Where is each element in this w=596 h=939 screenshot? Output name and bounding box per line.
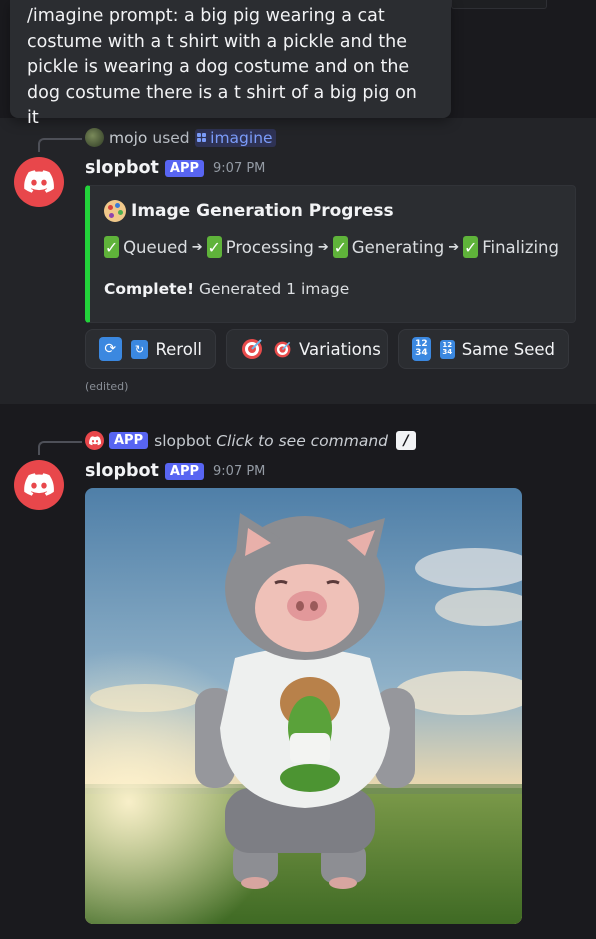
numbers-icon: 12 34 (412, 337, 431, 361)
background-panel-edge (451, 0, 547, 9)
timestamp[interactable]: 9:07 PM (213, 464, 265, 479)
reference-verb: used (152, 128, 190, 147)
reply-connector (38, 441, 82, 455)
mojo-avatar[interactable] (85, 128, 104, 147)
arrow-right-icon: ➔ (191, 239, 203, 255)
reference-username[interactable]: mojo (109, 129, 147, 147)
variations-label: Variations (299, 339, 381, 359)
step-generating: Generating (351, 237, 445, 257)
embed-title: Image Generation Progress (104, 200, 559, 222)
slopbot-mini-avatar[interactable] (85, 431, 104, 450)
artist-palette-icon (104, 200, 126, 222)
author-name[interactable]: slopbot (85, 158, 159, 178)
dart-icon (240, 337, 264, 361)
command-name: imagine (210, 128, 273, 147)
command-reference[interactable]: mojo used imagine (85, 128, 276, 147)
step-processing: Processing (225, 237, 314, 257)
slopbot-avatar[interactable] (14, 157, 64, 207)
reroll-label: Reroll (155, 339, 202, 359)
dart-small-icon (273, 340, 292, 359)
check-mark-icon: ✓ (206, 236, 222, 258)
slopbot-avatar[interactable] (14, 460, 64, 510)
reply-connector (38, 138, 82, 152)
app-badge: APP (164, 159, 205, 177)
step-queued: Queued (123, 237, 188, 257)
slash-command-icon: / (396, 431, 417, 450)
embed-title-text: Image Generation Progress (131, 201, 394, 221)
variations-button[interactable]: Variations (226, 329, 388, 369)
prompt-tooltip-text: /imagine prompt: a big pig wearing a cat… (27, 6, 417, 128)
check-mark-icon: ✓ (463, 236, 479, 258)
app-badge: APP (164, 462, 205, 480)
discord-logo-icon (24, 473, 54, 496)
reference-app-badge: APP (109, 432, 149, 449)
complete-label: Complete! (104, 280, 195, 298)
see-command-link[interactable]: Click to see command (216, 432, 388, 450)
complete-detail: Generated 1 image (194, 280, 350, 298)
check-mark-icon: ✓ (104, 236, 120, 258)
arrows-cycle-small-icon: ↻ (130, 339, 149, 359)
message-header: slopbot APP 9:07 PM (85, 158, 265, 178)
same-seed-button[interactable]: 12 34 12 34 Same Seed (398, 329, 569, 369)
message-divider (0, 404, 596, 405)
discord-logo-icon (24, 170, 54, 193)
reroll-button[interactable]: ⟳ ↻ Reroll (85, 329, 216, 369)
command-reference[interactable]: APP slopbot Click to see command / (85, 431, 417, 450)
progress-steps: ✓ Queued ➔ ✓ Processing ➔ ✓ Generating ➔… (104, 236, 559, 258)
same-seed-label: Same Seed (461, 339, 555, 359)
arrow-right-icon: ➔ (448, 239, 460, 255)
completion-status: Complete! Generated 1 image (104, 280, 559, 298)
edited-indicator: (edited) (85, 380, 129, 393)
prompt-tooltip: /imagine prompt: a big pig wearing a cat… (10, 0, 451, 128)
pig-illustration (85, 488, 522, 924)
timestamp[interactable]: 9:07 PM (213, 161, 265, 176)
command-mention[interactable]: imagine (194, 128, 276, 147)
author-name[interactable]: slopbot (85, 461, 159, 481)
progress-embed: Image Generation Progress ✓ Queued ➔ ✓ P… (85, 185, 576, 323)
reference-username[interactable]: slopbot (154, 432, 211, 450)
check-mark-icon: ✓ (332, 236, 348, 258)
arrow-right-icon: ➔ (317, 239, 329, 255)
numbers-small-icon: 12 34 (439, 339, 455, 359)
step-finalizing: Finalizing (482, 237, 559, 257)
arrows-cycle-icon: ⟳ (99, 337, 122, 361)
slash-command-icon (196, 132, 207, 143)
message-header: slopbot APP 9:07 PM (85, 461, 265, 481)
generated-image[interactable] (85, 488, 522, 924)
